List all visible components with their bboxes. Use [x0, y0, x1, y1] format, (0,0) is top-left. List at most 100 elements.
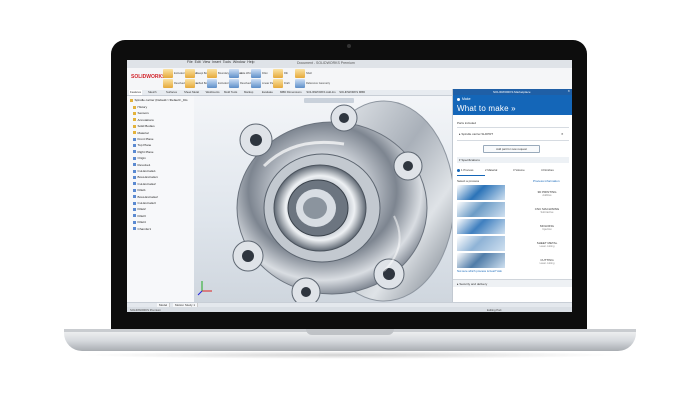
- tree-item[interactable]: Annotations: [133, 118, 154, 122]
- menu-bar: File Edit View Insert Tools Window Help: [187, 60, 254, 64]
- tree-item[interactable]: Fillet2: [133, 207, 146, 211]
- step-label: 3 Volume: [513, 168, 525, 172]
- ribbon-button[interactable]: [251, 69, 261, 78]
- divider: [457, 140, 569, 141]
- command-tab[interactable]: Sheet Metal: [183, 90, 200, 95]
- tree-item[interactable]: Cut-Extrude1: [133, 169, 156, 173]
- ribbon-button[interactable]: [273, 69, 283, 78]
- ribbon-button[interactable]: [273, 79, 283, 88]
- menu-insert[interactable]: Insert: [212, 60, 221, 64]
- command-tab[interactable]: Weldments: [205, 90, 221, 95]
- ribbon-button[interactable]: [207, 69, 217, 78]
- graphics-viewport[interactable]: [194, 96, 452, 302]
- command-tab[interactable]: Markup: [243, 90, 254, 95]
- axis-triad: [197, 281, 212, 296]
- command-tab[interactable]: Mold Tools: [223, 90, 238, 95]
- process-thumbnail: [457, 236, 505, 251]
- ribbon-button[interactable]: [229, 69, 239, 78]
- feature-icon: [133, 176, 136, 180]
- process-desc: Subtractive: [540, 211, 554, 214]
- ribbon-button[interactable]: [185, 79, 195, 88]
- command-tab[interactable]: MBD Dimensions: [279, 90, 303, 95]
- specifications-bar[interactable]: ▾ Specifications: [457, 157, 569, 163]
- tree-item[interactable]: Origin: [133, 156, 146, 160]
- tree-item[interactable]: Sensors: [133, 111, 149, 115]
- add-part-button[interactable]: Add part for new request: [483, 145, 540, 153]
- part-item-label: Spindle carrier.SLDPRT: [461, 132, 494, 136]
- feature-icon: [133, 156, 136, 160]
- command-tab[interactable]: Surfaces: [165, 90, 178, 95]
- command-tab[interactable]: Sketch: [147, 90, 158, 95]
- feature-icon: [133, 188, 136, 192]
- command-tab[interactable]: SOLIDWORKS MBD: [338, 90, 366, 95]
- tree-item[interactable]: Right Plane: [133, 150, 154, 154]
- tree-item[interactable]: Top Plane: [133, 143, 151, 147]
- menu-tools[interactable]: Tools: [223, 60, 231, 64]
- window-title: Document - SOLIDWORKS Premium: [297, 61, 355, 65]
- process-desc: Injection: [542, 228, 552, 231]
- tree-item-label: Fillet3: [137, 213, 146, 218]
- panel-title: What to make »: [457, 104, 516, 113]
- ribbon-button[interactable]: [229, 79, 239, 88]
- tree-item[interactable]: Chamfer1: [133, 227, 151, 231]
- step-volume[interactable]: 3 Volume: [513, 168, 525, 172]
- ribbon-button-label: Reference Geometry: [306, 82, 331, 85]
- tree-item[interactable]: Boss-Extrude2: [133, 195, 158, 199]
- tree-item[interactable]: Cut-Extrude3: [133, 201, 156, 205]
- process-info-link[interactable]: Process information: [533, 179, 560, 183]
- ribbon-button-label: Shell: [306, 72, 312, 75]
- step-process[interactable]: 1 Process: [457, 168, 473, 172]
- tree-item[interactable]: Solid Bodies: [133, 124, 155, 128]
- remove-part-icon[interactable]: ✕: [561, 132, 564, 136]
- menu-edit[interactable]: Edit: [195, 60, 201, 64]
- tree-item[interactable]: Fillet3: [133, 214, 146, 218]
- part-item[interactable]: ▸ Spindle carrier.SLDPRT: [459, 132, 493, 136]
- step-finishes[interactable]: 4 Finishes: [541, 168, 554, 172]
- ribbon-button[interactable]: [207, 79, 217, 88]
- close-icon[interactable]: ✕: [567, 89, 570, 93]
- ribbon-button[interactable]: [295, 79, 305, 88]
- tree-item[interactable]: Fillet4: [133, 220, 146, 224]
- tree-item[interactable]: Material: [133, 131, 149, 135]
- feature-icon: [133, 169, 136, 173]
- step-material[interactable]: 2 Material: [485, 168, 497, 172]
- tree-item[interactable]: Cut-Extrude2: [133, 182, 156, 186]
- ribbon-button[interactable]: [251, 79, 261, 88]
- command-tab[interactable]: Features: [129, 90, 143, 95]
- tree-root[interactable]: Spindle carrier (Default<<Default>_Dis: [130, 98, 188, 102]
- screen: Document - SOLIDWORKS Premium File Edit …: [127, 60, 572, 312]
- feature-icon: [133, 220, 136, 224]
- menu-file[interactable]: File: [187, 60, 193, 64]
- security-delivery-bar[interactable]: ▸ Security and delivery: [453, 279, 572, 287]
- menu-help[interactable]: Help: [247, 60, 254, 64]
- command-tab[interactable]: SOLIDWORKS Add-Ins: [305, 90, 336, 95]
- ribbon-button[interactable]: [295, 69, 305, 78]
- feature-icon: [133, 105, 136, 109]
- menu-window[interactable]: Window: [233, 60, 245, 64]
- feature-icon: [133, 124, 136, 128]
- feature-icon: [133, 208, 136, 212]
- tree-item[interactable]: Boss-Extrude1: [133, 175, 158, 179]
- tree-item[interactable]: Revolve1: [133, 163, 150, 167]
- tree-item-label: Fillet1: [137, 188, 146, 193]
- ribbon-button[interactable]: [163, 79, 173, 88]
- process-desc: Laser cutting: [539, 262, 555, 265]
- laptop-shadow: [80, 351, 620, 359]
- tree-item-label: Cut-Extrude1: [137, 169, 156, 173]
- tree-item[interactable]: Fillet1: [133, 188, 146, 192]
- tree-item[interactable]: History: [133, 105, 147, 109]
- spindle-carrier-model: [197, 100, 452, 302]
- ribbon-button[interactable]: [163, 69, 173, 78]
- menu-view[interactable]: View: [203, 60, 211, 64]
- tree-item-label: Material: [137, 130, 149, 135]
- tree-item[interactable]: Front Plane: [133, 137, 154, 141]
- ask-link[interactable]: Not sure which process is best? Ask: [457, 269, 502, 273]
- ribbon-button[interactable]: [185, 69, 195, 78]
- tree-item-label: History: [137, 105, 148, 109]
- make-task-panel: SOLIDWORKS Marketplace ✕ Make What to ma…: [452, 89, 572, 302]
- feature-icon: [133, 144, 136, 148]
- active-step-underline: [457, 175, 485, 176]
- process-thumbnail: [457, 202, 505, 217]
- app-logo: SOLIDWORKS: [131, 74, 166, 80]
- command-tab[interactable]: Evaluate: [261, 90, 274, 95]
